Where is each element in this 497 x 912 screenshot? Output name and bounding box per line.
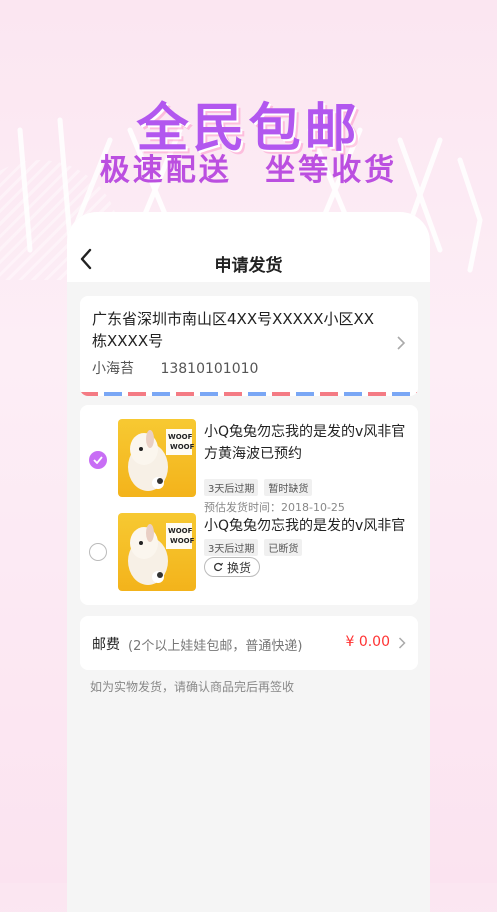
banner-subline: 极速配送 坐等收货 xyxy=(0,145,497,189)
shipping-desc: (2个以上娃娃包邮，普通快递) xyxy=(128,639,303,654)
select-radio-unchecked[interactable] xyxy=(89,543,107,561)
goods-item[interactable]: WOOF WOOF 小Q兔兔勿忘我的是发的v风非官 3天后过期 已断货 换货 xyxy=(80,513,418,599)
svg-text:WOOF: WOOF xyxy=(170,537,195,545)
svg-text:WOOF: WOOF xyxy=(170,443,195,451)
banner-sub-left: 极速配送 xyxy=(99,153,232,188)
tag-stock: 暂时缺货 xyxy=(264,479,313,496)
product-thumbnail: WOOF WOOF xyxy=(118,513,196,591)
tag-expire: 3天后过期 xyxy=(204,539,259,556)
dog-figure-image: WOOF WOOF xyxy=(128,429,195,491)
airmail-border xyxy=(80,392,418,396)
notice-text: 如为实物发货，请确认商品完后再签收 xyxy=(90,680,295,694)
tag-stock: 已断货 xyxy=(264,539,303,556)
chevron-right-icon xyxy=(398,637,406,649)
phone-screen: 申请发货 广东省深圳市南山区4XX号XXXXX小区XX栋XXXX号 小海苔 13… xyxy=(67,212,430,912)
banner-sub-right: 坐等收货 xyxy=(265,153,398,188)
shipping-row[interactable]: 邮费 (2个以上娃娃包邮，普通快递) ¥ 0.00 xyxy=(80,616,418,670)
address-contact: 小海苔 13810101010 xyxy=(92,358,258,378)
contact-phone: 13810101010 xyxy=(160,361,259,377)
product-thumbnail: WOOF WOOF xyxy=(118,419,196,497)
goods-name: 小Q兔兔勿忘我的是发的v风非官 xyxy=(204,518,406,534)
goods-item[interactable]: WOOF WOOF 小Q兔兔勿忘我的是发的v风非官方黄海波已预约 3天后过期 暂… xyxy=(80,419,418,514)
check-icon xyxy=(93,456,103,464)
goods-card: WOOF WOOF 小Q兔兔勿忘我的是发的v风非官方黄海波已预约 3天后过期 暂… xyxy=(80,405,418,605)
address-line: 广东省深圳市南山区4XX号XXXXX小区XX栋XXXX号 xyxy=(92,310,375,350)
swap-label: 换货 xyxy=(227,560,252,575)
navbar: 申请发货 xyxy=(67,212,430,282)
address-card[interactable]: 广东省深圳市南山区4XX号XXXXX小区XX栋XXXX号 小海苔 1381010… xyxy=(80,296,418,396)
chevron-right-icon xyxy=(397,336,406,350)
tag-expire: 3天后过期 xyxy=(204,479,259,496)
goods-name: 小Q兔兔勿忘我的是发的v风非官方黄海波已预约 xyxy=(204,424,406,462)
page-title: 申请发货 xyxy=(214,256,283,276)
select-radio-checked[interactable] xyxy=(89,451,107,469)
svg-text:WOOF: WOOF xyxy=(168,433,193,441)
goods-tags: 3天后过期 暂时缺货 xyxy=(204,479,313,496)
goods-tags: 3天后过期 已断货 xyxy=(204,539,303,556)
shipping-label: 邮费 xyxy=(92,637,120,653)
svg-text:WOOF: WOOF xyxy=(168,527,193,535)
shipping-price: ¥ 0.00 xyxy=(345,634,390,650)
contact-name: 小海苔 xyxy=(92,361,134,377)
swap-button[interactable]: 换货 xyxy=(204,557,261,577)
refresh-icon xyxy=(214,562,223,572)
dog-figure-image: WOOF WOOF xyxy=(128,523,195,585)
